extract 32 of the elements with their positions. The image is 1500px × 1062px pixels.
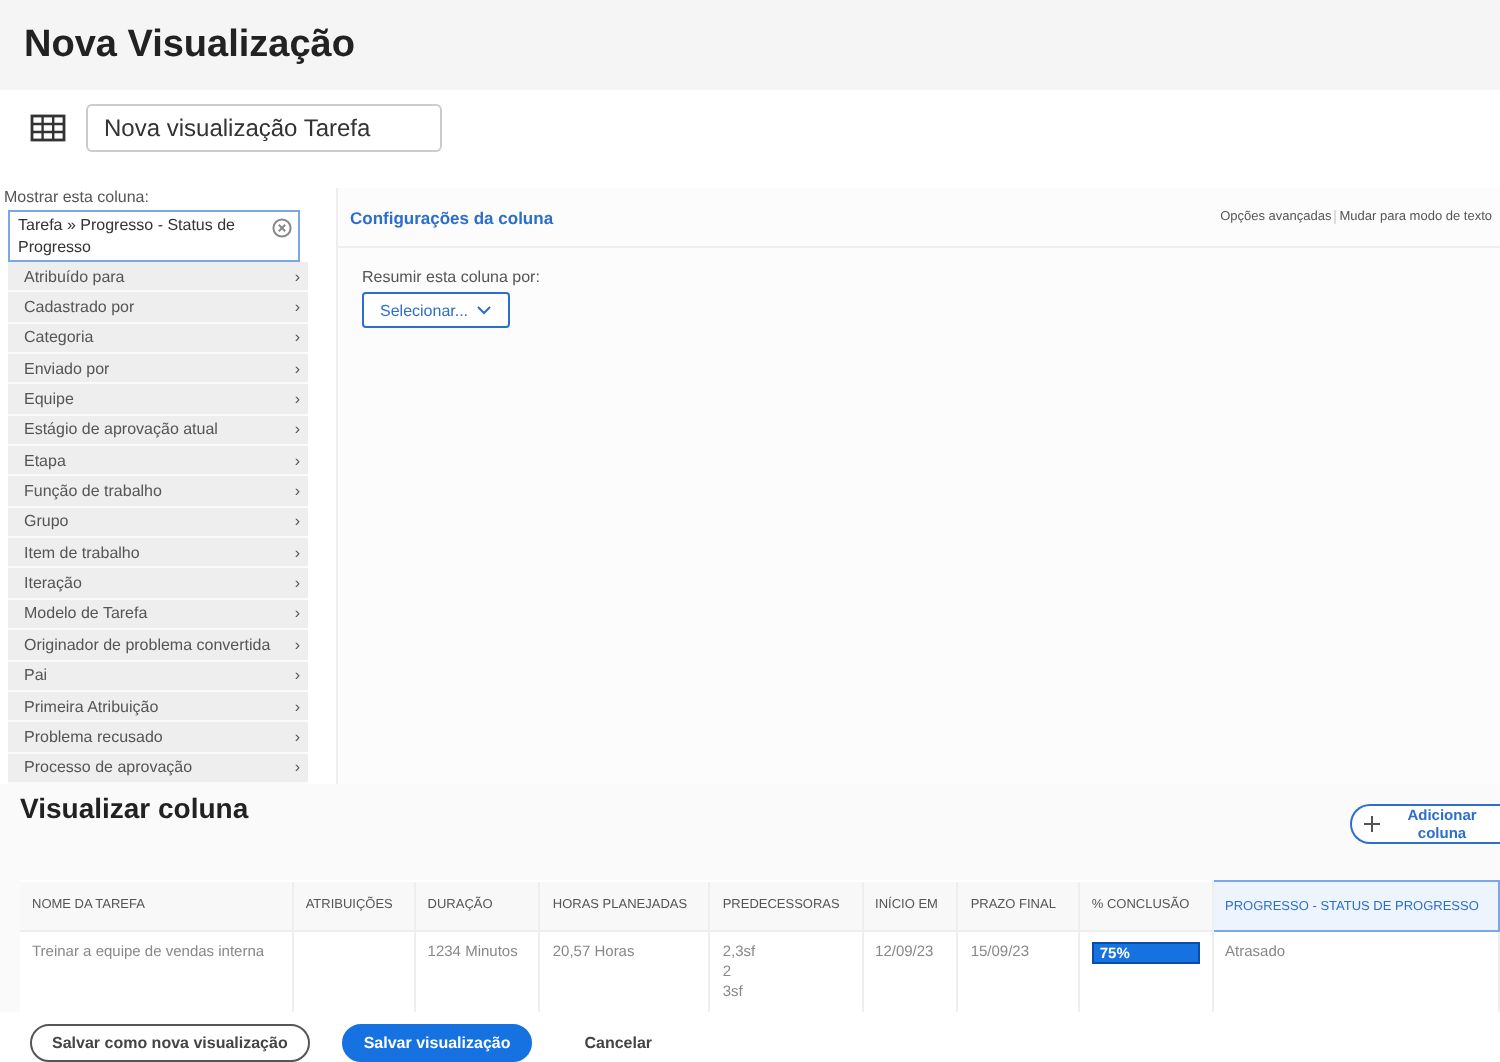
column-list-item[interactable]: Categoria › [8, 323, 308, 354]
column-list-item[interactable]: Primeira Atribuição › [8, 691, 308, 723]
column-list-item[interactable]: Pai › [8, 661, 308, 692]
column-list-item[interactable]: Função de trabalho › [8, 476, 308, 508]
preview-title: Visualizar coluna [20, 792, 249, 824]
save-button[interactable]: Salvar visualização [341, 1024, 533, 1062]
column-list-item[interactable]: Enviado por › [8, 353, 308, 385]
column-list-item[interactable]: Iteração › [8, 568, 308, 600]
summarize-label: Resumir esta coluna por: [362, 268, 540, 286]
save-as-new-button[interactable]: Salvar como nova visualização [30, 1024, 310, 1062]
summarize-dropdown[interactable]: Selecionar... [362, 292, 511, 328]
column-list-item[interactable]: Processo de aprovação › [8, 753, 308, 784]
column-list-item[interactable]: Equipe › [8, 384, 308, 416]
clear-icon[interactable] [272, 217, 292, 238]
column-list-item[interactable]: Etapa › [8, 445, 308, 477]
column-list-item[interactable]: Modelo de Tarefa › [8, 599, 308, 631]
column-list-item[interactable]: Item de trabalho › [8, 538, 308, 569]
plus-icon [1364, 816, 1380, 832]
column-list-item[interactable]: Problema recusado › [8, 722, 308, 754]
settings-title: Configurações da coluna [350, 207, 554, 227]
view-name-field[interactable]: Nova visualização Tarefa [86, 104, 442, 152]
column-list-item[interactable]: Estágio de aprovação atual › [8, 415, 308, 446]
column-select-field[interactable]: Tarefa » Progresso - Status de Progresso [8, 209, 300, 262]
table-icon [30, 114, 66, 142]
page-title: Nova Visualização [24, 23, 355, 67]
column-list-item[interactable]: Grupo › [8, 507, 308, 539]
show-column-label: Mostrar esta coluna: [2, 188, 151, 210]
column-list-item[interactable]: Atribuído para › [8, 261, 308, 293]
column-list-item[interactable]: Originador de problema convertida › [8, 630, 308, 661]
cancel-button[interactable]: Cancelar [564, 1024, 673, 1062]
caret-icon [476, 304, 493, 316]
column-list-item[interactable]: Cadastrado por › [8, 292, 308, 324]
